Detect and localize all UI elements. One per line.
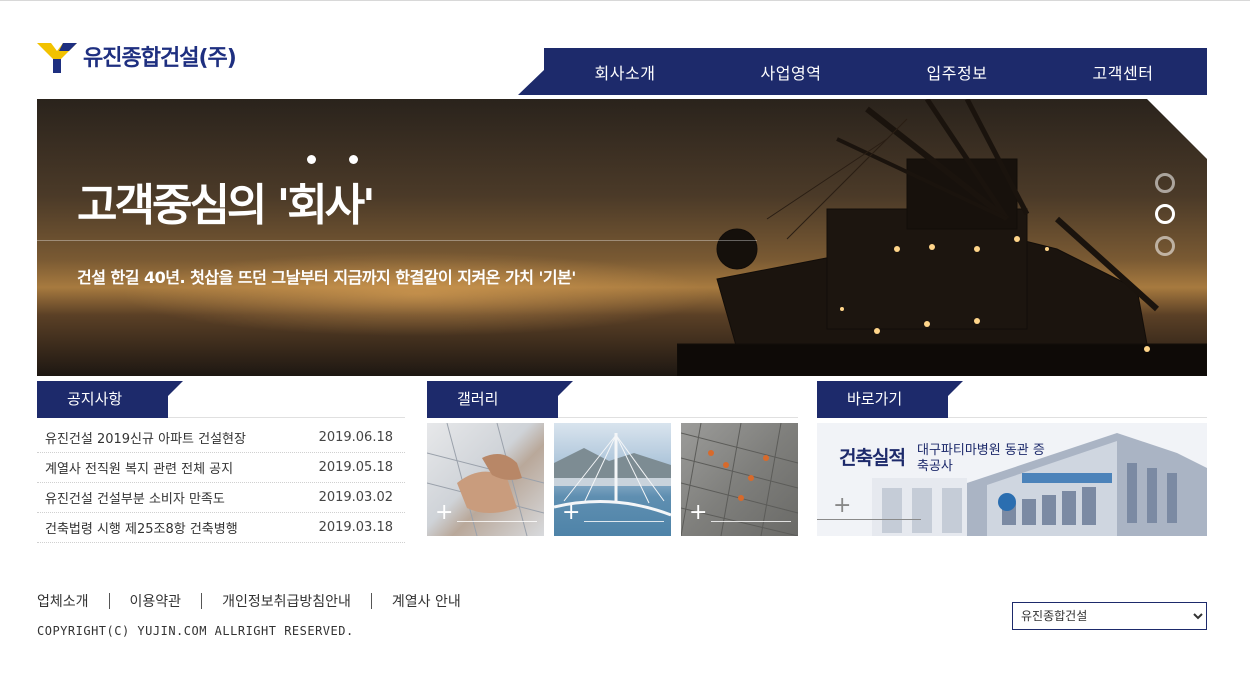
slide-dot-1[interactable] [1155,173,1175,193]
notice-item[interactable]: 유진건설 건설부분 소비자 만족도 2019.03.02 [37,483,405,513]
hero-banner: 고객중심의 '회사' 건설 한길 40년. 첫삽을 뜨던 그날부터 지금까지 한… [37,99,1207,376]
shortcut-title: 바로가기 [847,390,903,408]
footer-links: 업체소개 이용약관 개인정보취급방침안내 계열사 안내 [37,591,461,611]
notice-item-title: 건축법령 시행 제25조8항 건축병행 [45,522,238,537]
notice-item-date: 2019.03.02 [318,490,393,505]
notice-item-date: 2019.06.18 [318,430,393,445]
hero-corner-notch [1147,99,1207,159]
gallery-grid: + + + [427,423,798,536]
footer-link-affiliates[interactable]: 계열사 안내 [392,591,461,611]
notice-item[interactable]: 계열사 전직원 복지 관련 전체 공지 2019.05.18 [37,453,405,483]
logo-mark-icon [37,43,77,73]
gallery-thumb-blueprint[interactable]: + [427,423,544,536]
shortcut-banner-subtitle: 대구파티마병원 동관 증축공사 [917,443,1045,474]
nav-item-business[interactable]: 사업영역 [708,48,874,95]
top-border [0,0,1250,1]
hero-subtitle: 건설 한길 40년. 첫삽을 뜨던 그날부터 지금까지 한결같이 지켜온 가치 … [77,268,576,287]
excavator-image [677,99,1207,376]
main-nav: 회사소개 사업영역 입주정보 고객센터 [518,48,1207,95]
family-site-select[interactable]: 유진종합건설 [1012,602,1207,630]
footer-link-privacy[interactable]: 개인정보취급방침안내 [222,591,351,611]
gallery-thumb-plus: + [689,500,708,525]
hero-divider [37,240,757,241]
gallery-header: 갤러리 [427,381,798,418]
notice-item-date: 2019.05.18 [318,460,393,475]
footer-link-terms[interactable]: 이용약관 [130,591,182,611]
shortcut-banner-title: 건축실적 [839,447,906,469]
page: 유진종합건설(주) 회사소개 사업영역 입주정보 고객센터 고객중심의 '회사'… [0,0,1250,685]
nav-item-customer-center[interactable]: 고객센터 [1040,48,1206,95]
gallery-thumb-plus: + [435,500,454,525]
nav-item-residence[interactable]: 입주정보 [874,48,1040,95]
gallery-title: 갤러리 [457,390,499,408]
gallery-thumb-plus: + [562,500,581,525]
shortcut-plus: + [833,493,852,518]
notice-header: 공지사항 [37,381,405,418]
notice-title: 공지사항 [67,390,123,408]
notice-item-title: 계열사 전직원 복지 관련 전체 공지 [45,462,234,477]
notice-list: 유진건설 2019신규 아파트 건설현장 2019.06.18 계열사 전직원 … [37,423,405,543]
footer-separator [108,593,110,609]
copyright: COPYRIGHT(C) YUJIN.COM ALLRIGHT RESERVED… [37,624,354,638]
hero-title: 고객중심의 '회사' [77,180,376,231]
slide-dot-3[interactable] [1155,236,1175,256]
logo[interactable]: 유진종합건설(주) [37,38,237,74]
footer-separator [201,593,203,609]
notice-item[interactable]: 건축법령 시행 제25조8항 건축병행 2019.03.18 [37,513,405,543]
gallery-thumb-bridge[interactable]: + [554,423,671,536]
notice-item-title: 유진건설 건설부분 소비자 만족도 [45,492,225,507]
gallery-thumb-construction-site[interactable]: + [681,423,798,536]
shortcut-banner[interactable]: 건축실적 대구파티마병원 동관 증축공사 + [817,423,1207,536]
shortcut-underline [817,519,921,520]
shortcut-header: 바로가기 [817,381,1207,418]
notice-item-title: 유진건설 2019신규 아파트 건설현장 [45,432,246,447]
notice-item[interactable]: 유진건설 2019신규 아파트 건설현장 2019.06.18 [37,423,405,453]
logo-text: 유진종합건설(주) [83,46,237,71]
footer-separator [370,593,372,609]
notice-item-date: 2019.03.18 [318,520,393,535]
nav-item-company[interactable]: 회사소개 [542,48,708,95]
footer-link-company[interactable]: 업체소개 [37,591,89,611]
slide-dot-2[interactable] [1155,204,1175,224]
